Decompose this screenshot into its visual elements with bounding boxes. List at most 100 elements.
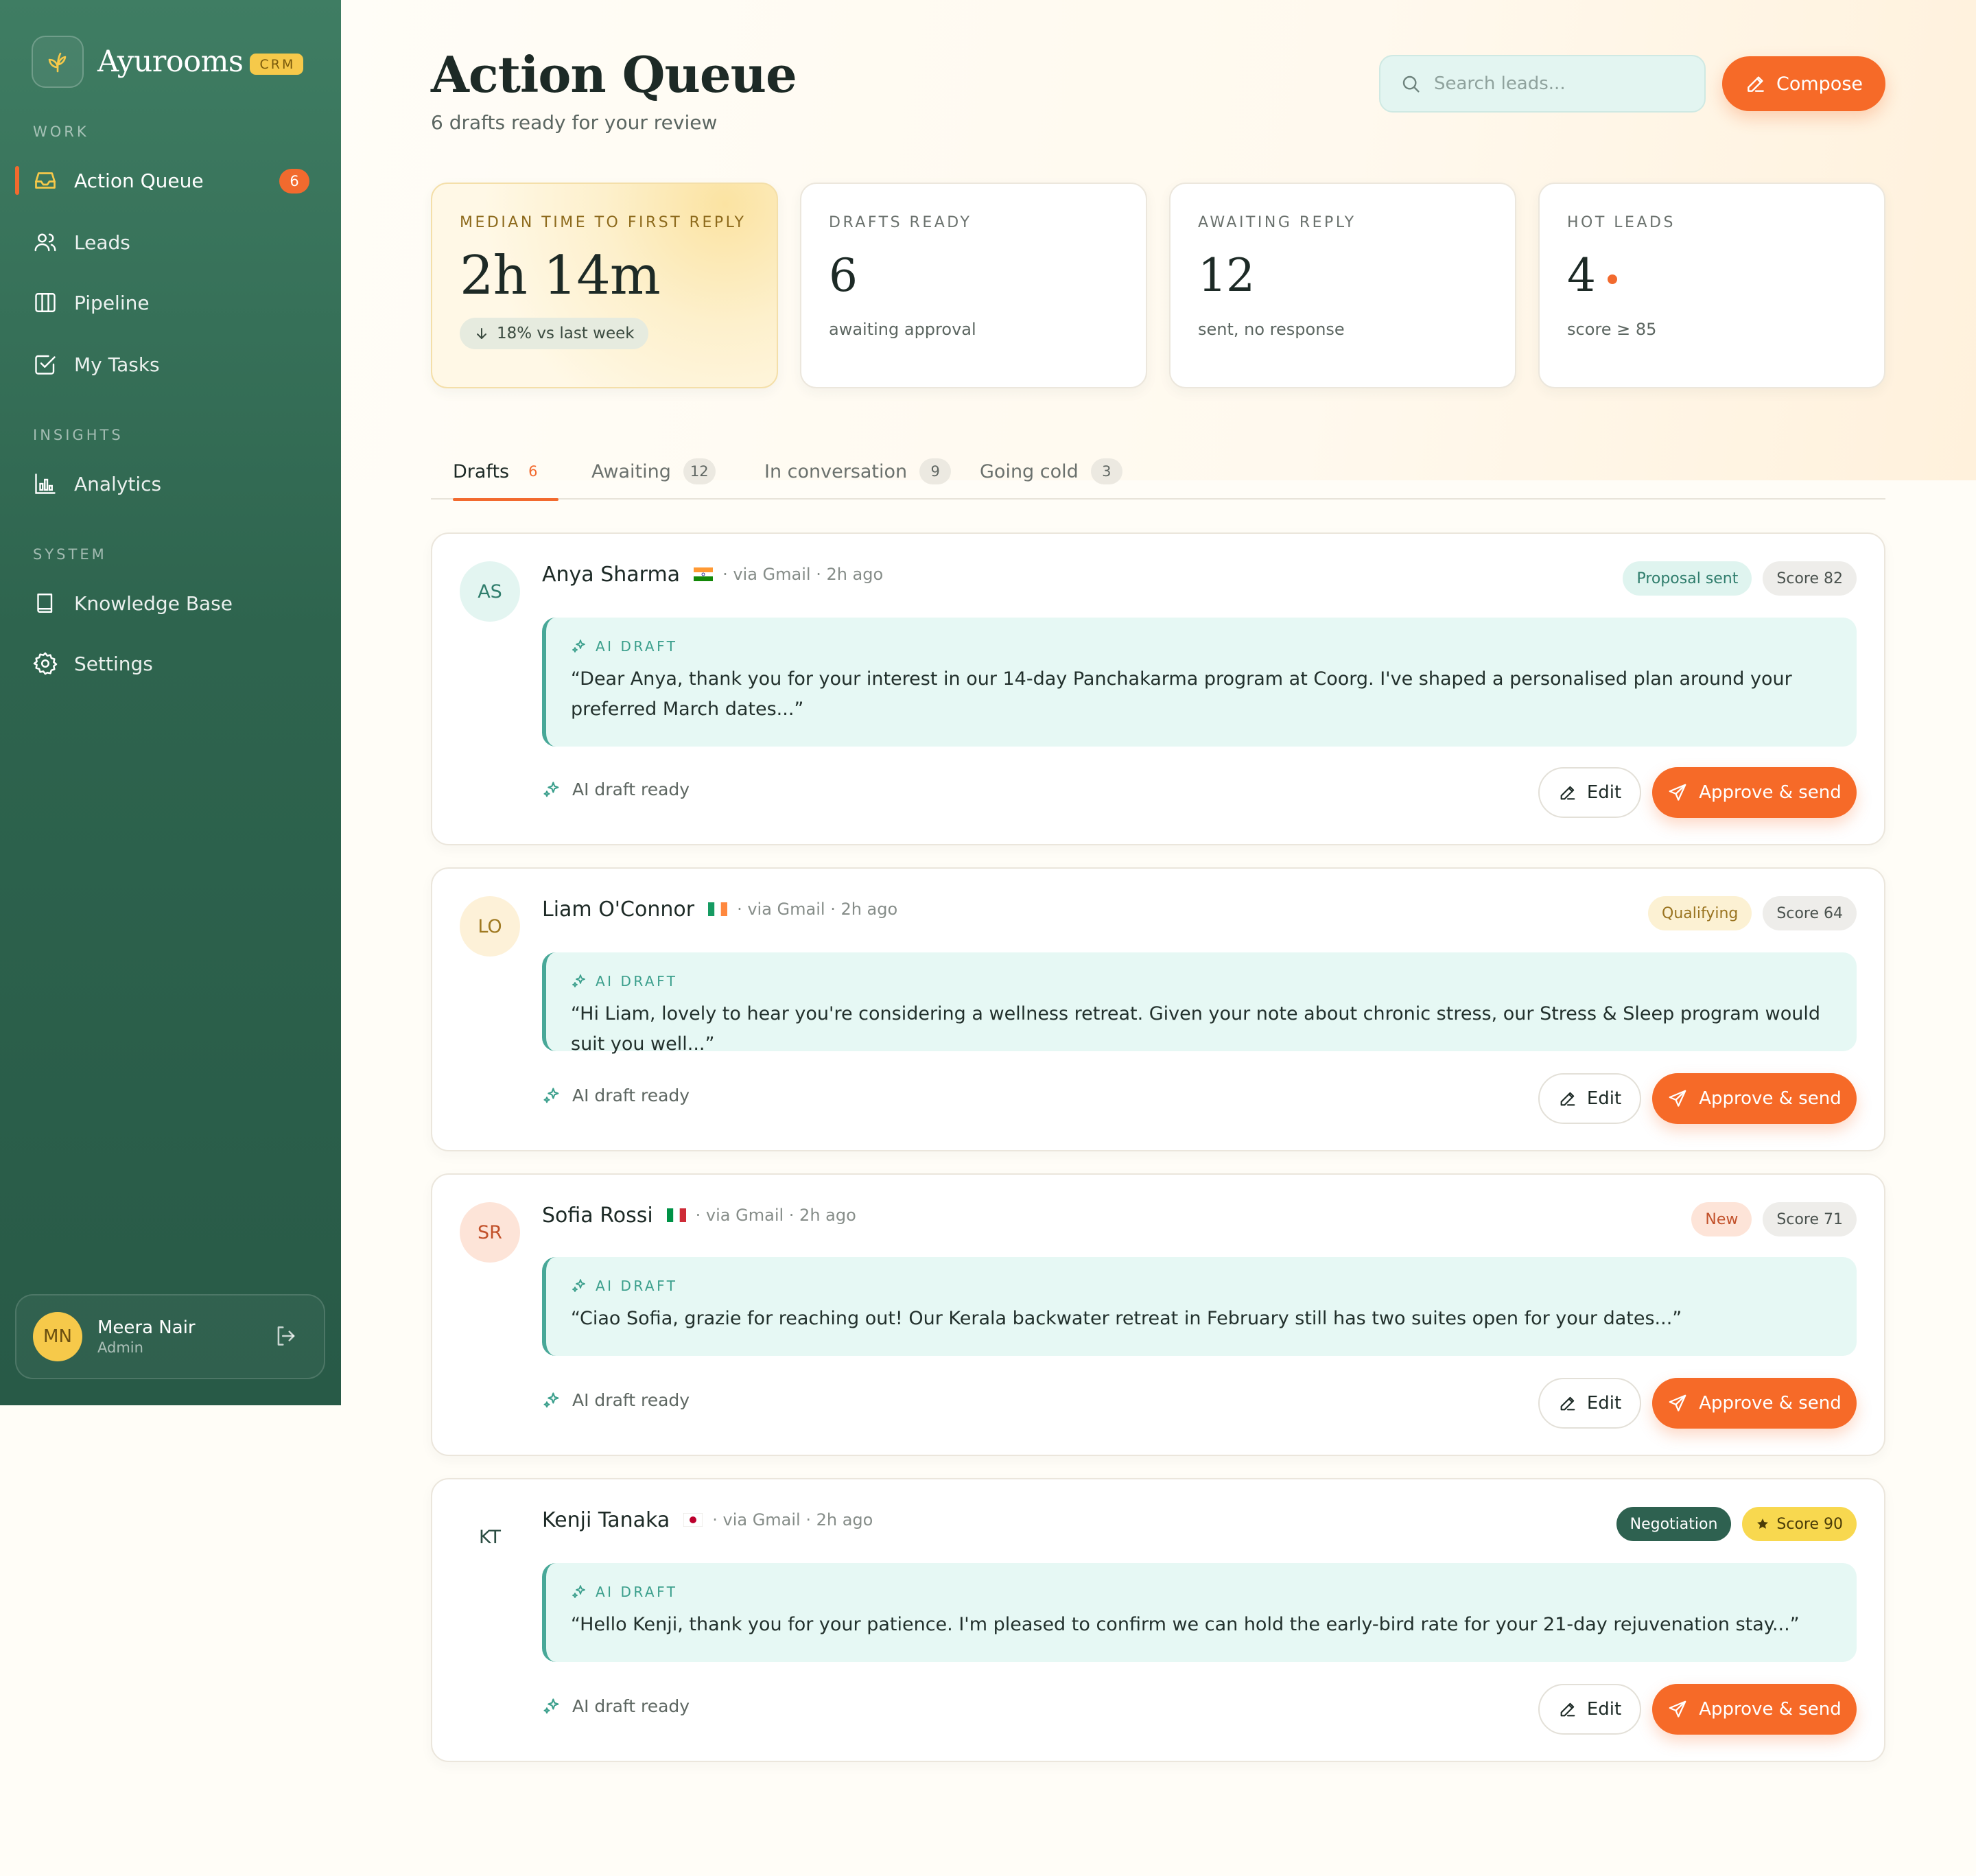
ai-draft-preview[interactable]: AI DRAFT “Hi Liam, lovely to hear you're… <box>542 952 1857 1055</box>
ai-draft-label: AI DRAFT <box>571 638 1832 655</box>
approve-send-button[interactable]: Approve & send <box>1652 1073 1857 1124</box>
gear-icon <box>32 650 59 677</box>
sparkle-icon <box>571 973 587 989</box>
ai-draft-label-text: AI DRAFT <box>596 973 678 989</box>
brand-badge: CRM <box>250 53 304 75</box>
tab-label: In conversation <box>764 460 908 482</box>
send-icon <box>1667 1393 1688 1414</box>
tab-awaiting[interactable]: Awaiting 12 <box>591 443 716 500</box>
sidebar-item-label: Action Queue <box>74 169 204 192</box>
tab-drafts[interactable]: Drafts 6 <box>453 443 558 501</box>
user-role: Admin <box>97 1339 143 1356</box>
lead-card[interactable]: LO Liam O'Connor · via Gmail · 2h ago Qu… <box>431 867 1885 1151</box>
inbox-icon <box>32 167 59 194</box>
stat-note: awaiting approval <box>829 320 976 339</box>
draft-text: “Dear Anya, thank you for your interest … <box>571 668 1792 720</box>
ai-draft-preview[interactable]: AI DRAFT “Hello Kenji, thank you for you… <box>542 1563 1857 1662</box>
lead-card[interactable]: AS Anya Sharma · via Gmail · 2h ago Prop… <box>431 532 1885 845</box>
sidebar-item-pipeline[interactable]: Pipeline <box>0 279 341 327</box>
sidebar-item-action-queue[interactable]: Action Queue 6 <box>0 156 341 204</box>
stage-badge: Proposal sent <box>1623 561 1752 596</box>
brand[interactable]: Ayurooms CRM <box>32 36 304 88</box>
lead-name[interactable]: Sofia Rossi <box>542 1204 653 1228</box>
lead-name[interactable]: Liam O'Connor <box>542 898 694 922</box>
draft-status-text: AI draft ready <box>572 1390 690 1410</box>
hot-score-badge: Score 90 <box>1742 1507 1857 1541</box>
flag-italy-icon <box>666 1208 686 1222</box>
sidebar-item-my-tasks[interactable]: My Tasks <box>0 340 341 388</box>
score-badge: Score 82 <box>1763 561 1857 596</box>
stat-value: 2h 14m <box>460 245 661 307</box>
approve-send-button[interactable]: Approve & send <box>1652 767 1857 818</box>
lead-card[interactable]: KT Kenji Tanaka · via Gmail · 2h ago Neg… <box>431 1478 1885 1762</box>
edit-button[interactable]: Edit <box>1538 1073 1641 1124</box>
stat-value: 12 <box>1198 249 1255 302</box>
lead-meta: · via Gmail · 2h ago <box>737 900 898 919</box>
sidebar-item-analytics[interactable]: Analytics <box>0 460 341 508</box>
ai-draft-preview[interactable]: AI DRAFT “Dear Anya, thank you for your … <box>542 618 1857 747</box>
ai-draft-label-text: AI DRAFT <box>596 1584 678 1600</box>
search-input[interactable] <box>1434 73 1695 94</box>
columns-icon <box>32 289 59 316</box>
approve-send-button[interactable]: Approve & send <box>1652 1378 1857 1429</box>
lead-meta: · via Gmail · 2h ago <box>712 1510 873 1529</box>
tab-going-cold[interactable]: Going cold 3 <box>980 443 1122 500</box>
tab-label: Drafts <box>453 460 510 482</box>
edit-button[interactable]: Edit <box>1538 1378 1641 1429</box>
edit-button[interactable]: Edit <box>1538 767 1641 818</box>
flag-ireland-icon <box>708 902 728 916</box>
send-icon <box>1667 782 1688 803</box>
sparkle-icon <box>542 1391 561 1410</box>
tab-label: Going cold <box>980 460 1079 482</box>
ai-draft-label: AI DRAFT <box>571 973 1832 989</box>
stat-value: 4 <box>1567 249 1596 302</box>
edit-label: Edit <box>1586 1699 1622 1720</box>
stat-card-awaiting-reply: AWAITING REPLY 12 sent, no response <box>1169 183 1516 388</box>
stage-badge: New <box>1691 1202 1752 1236</box>
sidebar-item-settings[interactable]: Settings <box>0 640 341 688</box>
search-icon <box>1400 73 1422 95</box>
compose-button[interactable]: Compose <box>1722 56 1885 111</box>
edit-button[interactable]: Edit <box>1538 1684 1641 1735</box>
sidebar-item-leads[interactable]: Leads <box>0 218 341 266</box>
ai-draft-label: AI DRAFT <box>571 1278 1832 1294</box>
logout-icon[interactable] <box>273 1323 299 1352</box>
tab-count: 9 <box>919 458 952 484</box>
lead-name[interactable]: Kenji Tanaka <box>542 1508 670 1532</box>
stat-label: DRAFTS READY <box>829 214 972 231</box>
draft-status-text: AI draft ready <box>572 1696 690 1716</box>
lead-meta: · via Gmail · 2h ago <box>695 1206 856 1225</box>
stage-badge: Negotiation <box>1616 1507 1732 1541</box>
ai-draft-preview[interactable]: AI DRAFT “Ciao Sofia, grazie for reachin… <box>542 1257 1857 1356</box>
stat-card-hot-leads: HOT LEADS 4 score ≥ 85 <box>1538 183 1885 388</box>
sparkle-icon <box>542 1086 561 1105</box>
pencil-icon <box>1558 1700 1577 1719</box>
tab-in-conversation[interactable]: In conversation 9 <box>764 443 952 500</box>
nav-section-insights: INSIGHTS <box>33 427 124 443</box>
page-subtitle: 6 drafts ready for your review <box>431 111 718 134</box>
edit-label: Edit <box>1586 782 1622 803</box>
avatar: AS <box>460 561 520 622</box>
draft-text: “Hi Liam, lovely to hear you're consider… <box>571 1003 1821 1055</box>
flag-japan-icon <box>683 1513 703 1527</box>
book-icon <box>32 589 59 617</box>
stat-label: HOT LEADS <box>1567 214 1675 231</box>
lead-card[interactable]: SR Sofia Rossi · via Gmail · 2h ago New … <box>431 1173 1885 1456</box>
trend-text: 18% vs last week <box>497 325 635 342</box>
avatar: SR <box>460 1202 520 1263</box>
approve-send-label: Approve & send <box>1699 1393 1842 1414</box>
search-box[interactable] <box>1379 55 1706 113</box>
sidebar-item-label: Leads <box>74 231 130 254</box>
action-queue-count-badge: 6 <box>279 169 309 194</box>
user-card[interactable]: MN Meera Nair Admin <box>15 1294 325 1379</box>
sidebar-item-knowledge-base[interactable]: Knowledge Base <box>0 579 341 627</box>
draft-text: “Ciao Sofia, grazie for reaching out! Ou… <box>571 1308 1682 1329</box>
lead-name[interactable]: Anya Sharma <box>542 563 680 587</box>
ai-draft-label: AI DRAFT <box>571 1584 1832 1600</box>
page-title: Action Queue <box>431 45 797 104</box>
pencil-icon <box>1745 73 1767 95</box>
stat-label: AWAITING REPLY <box>1198 214 1356 231</box>
tab-label: Awaiting <box>591 460 671 482</box>
approve-send-button[interactable]: Approve & send <box>1652 1684 1857 1735</box>
sparkle-icon <box>571 1584 587 1600</box>
